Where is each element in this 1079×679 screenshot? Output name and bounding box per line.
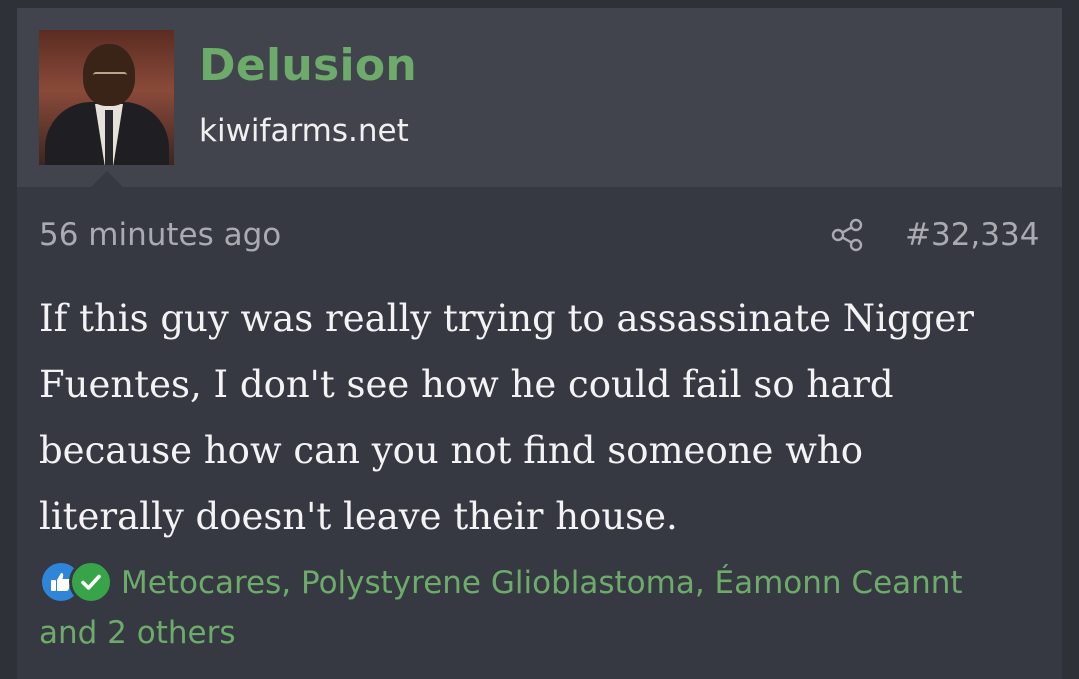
site-label: kiwifarms.net <box>199 113 409 149</box>
header-pointer <box>91 171 123 187</box>
agree-check-icon[interactable] <box>69 559 113 604</box>
avatar-glasses <box>93 72 127 83</box>
reaction-others-link[interactable]: and 2 others <box>39 608 1049 658</box>
post-number-link[interactable]: #32,334 <box>905 215 1039 255</box>
post-timestamp[interactable]: 56 minutes ago <box>39 215 281 255</box>
post-line: Fuentes, I don't see how he could fail s… <box>39 363 894 406</box>
post-header: Delusion kiwifarms.net <box>17 8 1062 187</box>
post-card: Delusion kiwifarms.net 56 minutes ago #3… <box>17 8 1062 679</box>
share-icon[interactable] <box>830 217 866 253</box>
reaction-users-link[interactable]: Metocares, Polystyrene Glioblastoma, Éam… <box>121 565 963 601</box>
post-line: because how can you not find someone who <box>39 429 863 472</box>
post-body: If this guy was really trying to assassi… <box>39 286 1049 550</box>
username-link[interactable]: Delusion <box>199 40 417 92</box>
avatar-tie <box>105 110 113 165</box>
post-line: If this guy was really trying to assassi… <box>39 297 974 340</box>
post-line: literally doesn't leave their house. <box>39 495 678 538</box>
reactions-bar: Metocares, Polystyrene Glioblastoma, Éam… <box>39 558 1049 658</box>
user-avatar[interactable] <box>39 30 174 165</box>
